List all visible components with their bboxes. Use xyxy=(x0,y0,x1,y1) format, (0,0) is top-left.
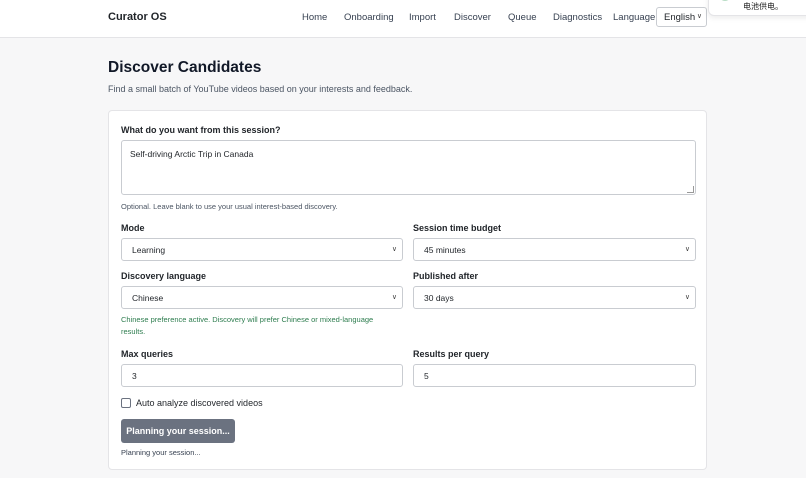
page-title: Discover Candidates xyxy=(108,59,262,76)
chevron-down-icon: ∨ xyxy=(696,13,702,20)
resize-handle-icon[interactable] xyxy=(687,186,694,193)
published-select-value: 30 days xyxy=(424,293,454,303)
discover-form-card: What do you want from this session? Self… xyxy=(108,110,707,470)
session-prompt-value: Self-driving Arctic Trip in Canada xyxy=(130,149,254,159)
discovery-language-value: Chinese xyxy=(132,293,164,303)
results-per-query-value: 5 xyxy=(424,371,429,381)
prompt-hint: Optional. Leave blank to use your usual … xyxy=(121,202,338,211)
budget-select[interactable]: 45 minutes ∨ xyxy=(413,238,696,261)
nav-diagnostics[interactable]: Diagnostics xyxy=(553,12,602,23)
chevron-down-icon: ∨ xyxy=(684,246,690,253)
results-per-query-input[interactable]: 5 xyxy=(413,364,696,387)
nav-import[interactable]: Import xyxy=(409,12,436,23)
submit-button[interactable]: Planning your session... xyxy=(121,419,235,443)
budget-select-value: 45 minutes xyxy=(424,245,466,255)
nav-home[interactable]: Home xyxy=(302,12,327,23)
max-queries-value: 3 xyxy=(132,371,137,381)
auto-analyze-checkbox[interactable] xyxy=(121,398,131,408)
max-queries-input[interactable]: 3 xyxy=(121,364,403,387)
prompt-label: What do you want from this session? xyxy=(121,125,281,135)
page-subtitle: Find a small batch of YouTube videos bas… xyxy=(108,84,413,94)
chevron-down-icon: ∨ xyxy=(684,294,690,301)
auto-analyze-label[interactable]: Auto analyze discovered videos xyxy=(136,398,263,408)
session-prompt-textarea[interactable]: Self-driving Arctic Trip in Canada xyxy=(121,140,696,195)
language-select-value: English xyxy=(664,12,696,23)
nav-onboarding[interactable]: Onboarding xyxy=(344,12,394,23)
mode-label: Mode xyxy=(121,223,145,233)
discovery-language-select[interactable]: Chinese ∨ xyxy=(121,286,403,309)
published-select[interactable]: 30 days ∨ xyxy=(413,286,696,309)
chevron-down-icon: ∨ xyxy=(391,294,397,301)
chevron-down-icon: ∨ xyxy=(391,246,397,253)
published-label: Published after xyxy=(413,271,479,281)
notification-toast: 电池供电。 xyxy=(708,0,806,16)
mode-select-value: Learning xyxy=(132,245,166,255)
top-navbar: Curator OS Home Onboarding Import Discov… xyxy=(0,0,806,38)
budget-label: Session time budget xyxy=(413,223,502,233)
language-select[interactable]: English ∨ xyxy=(656,7,707,27)
notification-icon xyxy=(719,0,731,1)
results-per-query-label: Results per query xyxy=(413,349,490,359)
language-preference-note: Chinese preference active. Discovery wil… xyxy=(121,315,374,336)
language-label: Language xyxy=(613,12,656,23)
mode-select[interactable]: Learning ∨ xyxy=(121,238,403,261)
toast-text: 电池供电。 xyxy=(743,2,783,11)
brand-logo[interactable]: Curator OS xyxy=(108,11,167,23)
discovery-language-label: Discovery language xyxy=(121,271,207,281)
nav-discover[interactable]: Discover xyxy=(454,12,491,23)
max-queries-label: Max queries xyxy=(121,349,174,359)
status-text: Planning your session... xyxy=(121,448,201,457)
nav-queue[interactable]: Queue xyxy=(508,12,537,23)
